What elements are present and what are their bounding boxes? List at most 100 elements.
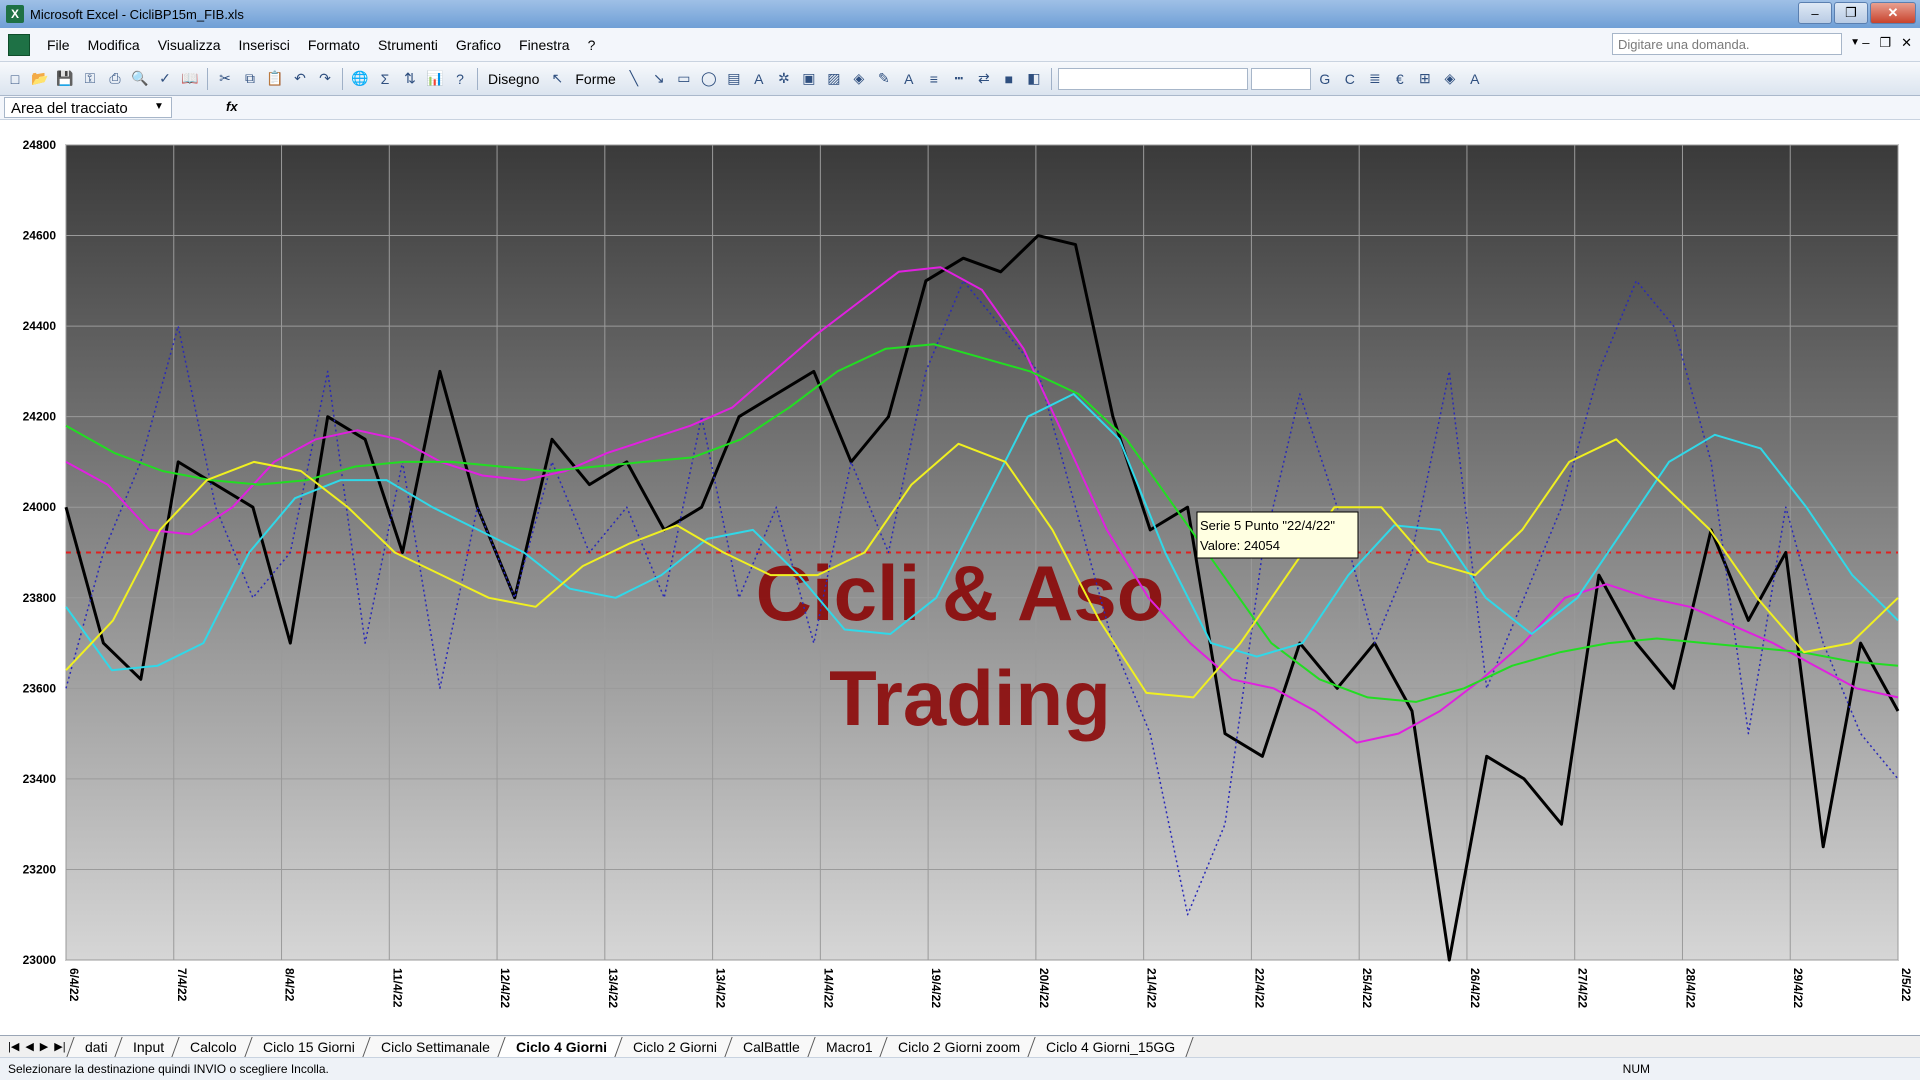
x-tick-label: 7/4/22 [175, 968, 189, 1002]
tab-ciclo-settimanale[interactable]: Ciclo Settimanale [362, 1036, 509, 1057]
forme-menu[interactable]: Forme [571, 71, 619, 87]
prev-tab-icon[interactable]: ◀ [25, 1040, 33, 1053]
3d-icon[interactable]: ◧ [1023, 68, 1045, 90]
picture-icon[interactable]: ▨ [823, 68, 845, 90]
window-title: Microsoft Excel - CicliBP15m_FIB.xls [30, 6, 244, 22]
doc-minimize-button[interactable]: – [1862, 35, 1869, 51]
ask-question-input[interactable]: Digitare una domanda. [1612, 33, 1842, 55]
arrow-style-icon[interactable]: ⇄ [973, 68, 995, 90]
oval-icon[interactable]: ◯ [698, 68, 720, 90]
wordart-icon[interactable]: A [748, 68, 770, 90]
doc-restore-button[interactable]: ❐ [1879, 35, 1891, 51]
x-tick-label: 8/4/22 [283, 968, 297, 1002]
line-icon[interactable]: ╲ [623, 68, 645, 90]
last-tab-icon[interactable]: ▶| [54, 1040, 65, 1053]
y-tick-label: 24800 [23, 138, 57, 152]
chart-svg[interactable]: 23000 23200 23400 23600 23800 24000 24200 24400… [0, 120, 1920, 1035]
dash-style-icon[interactable]: ┅ [948, 68, 970, 90]
tab-ciclo-4-giorni[interactable]: Ciclo 4 Giorni [497, 1036, 626, 1057]
permission-icon[interactable]: ⚿ [79, 68, 101, 90]
font-name-combo[interactable] [1057, 67, 1248, 90]
chart-area[interactable]: 23000 23200 23400 23600 23800 24000 24200 24400… [0, 120, 1920, 1040]
tab-calbattle[interactable]: CalBattle [724, 1036, 819, 1057]
x-tick-label: 13/4/22 [714, 968, 728, 1008]
new-icon[interactable]: □ [4, 68, 26, 90]
menu-visualizza[interactable]: Visualizza [149, 37, 230, 53]
tab-ciclo-2-giorni[interactable]: Ciclo 2 Giorni [614, 1036, 736, 1057]
menu-formato[interactable]: Formato [299, 37, 369, 53]
fill-color-icon[interactable]: ◈ [848, 68, 870, 90]
workbook-icon[interactable] [8, 33, 30, 56]
formula-bar: Area del tracciato ▼ fx [0, 96, 1920, 120]
italic-icon[interactable]: C [1339, 68, 1361, 90]
rectangle-icon[interactable]: ▭ [673, 68, 695, 90]
close-button[interactable]: ✕ [1870, 2, 1916, 24]
tab-calcolo[interactable]: Calcolo [171, 1036, 256, 1057]
sort-icon[interactable]: ⇅ [399, 68, 421, 90]
open-icon[interactable]: 📂 [29, 68, 51, 90]
y-tick-label: 24200 [23, 410, 57, 424]
title-bar: X Microsoft Excel - CicliBP15m_FIB.xls –… [0, 0, 1920, 28]
textbox-icon[interactable]: ▤ [723, 68, 745, 90]
font-size-combo[interactable] [1250, 67, 1311, 90]
tooltip: Serie 5 Punto "22/4/22" Valore: 24054 [1196, 511, 1359, 559]
undo-icon[interactable]: ↶ [289, 68, 311, 90]
tab-ciclo-4-giorni-15gg[interactable]: Ciclo 4 Giorni_15GG [1027, 1036, 1195, 1057]
shadow-icon[interactable]: ■ [998, 68, 1020, 90]
redo-icon[interactable]: ↷ [314, 68, 336, 90]
watermark-line1: Cicli & Aso [756, 549, 1165, 637]
euro-icon[interactable]: € [1389, 68, 1411, 90]
disegno-menu[interactable]: Disegno [484, 71, 543, 87]
menu-file[interactable]: File [38, 37, 79, 53]
minimize-button[interactable]: – [1798, 2, 1832, 24]
select-pointer-icon[interactable]: ↖ [546, 68, 568, 90]
save-icon[interactable]: 💾 [54, 68, 76, 90]
y-tick-label: 23400 [23, 772, 57, 786]
diagram-icon[interactable]: ✲ [773, 68, 795, 90]
research-icon[interactable]: 📖 [179, 68, 201, 90]
fill-bucket-icon[interactable]: ◈ [1439, 68, 1461, 90]
doc-window-controls: – ❐ ✕ [1862, 35, 1912, 51]
print-preview-icon[interactable]: 🔍 [129, 68, 151, 90]
fx-icon[interactable]: fx [226, 99, 238, 114]
doc-close-button[interactable]: ✕ [1901, 35, 1912, 51]
ask-dropdown-icon[interactable]: ▼ [1850, 37, 1860, 48]
arrow-icon[interactable]: ↘ [648, 68, 670, 90]
x-tick-label: 27/4/22 [1576, 968, 1590, 1008]
cut-icon[interactable]: ✂ [214, 68, 236, 90]
name-box[interactable]: Area del tracciato [4, 97, 172, 118]
tab-macro1[interactable]: Macro1 [807, 1036, 891, 1057]
chart-wizard-icon[interactable]: 📊 [424, 68, 446, 90]
print-icon[interactable]: ⎙ [104, 68, 126, 90]
tab-label: Ciclo 15 Giorni [263, 1038, 355, 1055]
spelling-icon[interactable]: ✓ [154, 68, 176, 90]
first-tab-icon[interactable]: |◀ [8, 1040, 19, 1053]
bold-icon[interactable]: G [1314, 68, 1336, 90]
paste-icon[interactable]: 📋 [264, 68, 286, 90]
text-color-icon[interactable]: A [1464, 68, 1486, 90]
menu-grafico[interactable]: Grafico [447, 37, 510, 53]
x-axis: 6/4/22 7/4/22 8/4/22 11/4/22 12/4/22 13/4/22 1… [67, 968, 1913, 1008]
hyperlink-icon[interactable]: 🌐 [349, 68, 371, 90]
menu-finestra[interactable]: Finestra [510, 37, 579, 53]
menu-help[interactable]: ? [579, 37, 605, 53]
excel-logo-icon: X [6, 5, 24, 23]
menu-modifica[interactable]: Modifica [79, 37, 149, 53]
help-icon[interactable]: ? [449, 68, 471, 90]
line-style-icon[interactable]: ≡ [923, 68, 945, 90]
tab-ciclo-15-giorni[interactable]: Ciclo 15 Giorni [244, 1036, 374, 1057]
align-icon[interactable]: ≣ [1364, 68, 1386, 90]
maximize-button[interactable]: ❐ [1834, 2, 1868, 24]
next-tab-icon[interactable]: ▶ [40, 1040, 48, 1053]
borders-icon[interactable]: ⊞ [1414, 68, 1436, 90]
x-tick-label: 26/4/22 [1468, 968, 1482, 1008]
line-color-icon[interactable]: ✎ [873, 68, 895, 90]
menu-inserisci[interactable]: Inserisci [229, 37, 298, 53]
tab-ciclo-2-giorni-zoom[interactable]: Ciclo 2 Giorni zoom [879, 1036, 1040, 1057]
autosum-icon[interactable]: Σ [374, 68, 396, 90]
name-box-dropdown-icon[interactable]: ▼ [154, 101, 164, 112]
menu-strumenti[interactable]: Strumenti [369, 37, 447, 53]
font-color-icon[interactable]: A [898, 68, 920, 90]
copy-icon[interactable]: ⧉ [239, 68, 261, 90]
clipart-icon[interactable]: ▣ [798, 68, 820, 90]
